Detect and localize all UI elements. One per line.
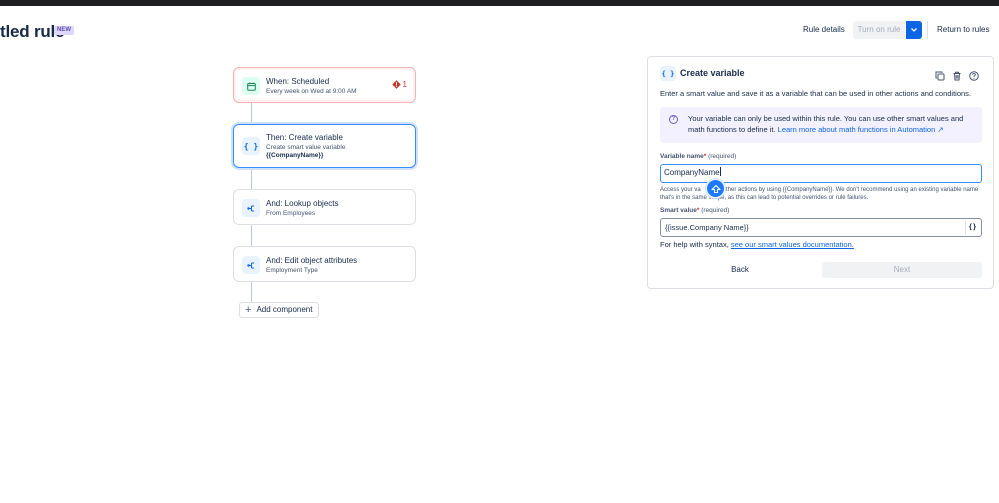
turn-on-rule-button[interactable]: Turn on rule [853, 21, 905, 39]
question-circle-icon: ? [669, 115, 678, 124]
info-message: ? Your variable can only be used within … [660, 107, 982, 143]
return-to-rules-button[interactable]: Return to rules [931, 21, 995, 39]
flow-connector [251, 224, 252, 246]
add-component-button[interactable]: + Add component [239, 302, 320, 318]
branch-icon [242, 199, 260, 217]
back-button[interactable]: Back [660, 262, 820, 278]
card-title: And: Lookup objects [266, 199, 339, 208]
info-text: Your variable can only be used within th… [688, 114, 964, 134]
panel-actions [935, 68, 979, 81]
plus-icon: + [245, 304, 252, 316]
syntax-help: For help with syntax, see our smart valu… [660, 240, 854, 249]
add-component-label: Add component [256, 305, 313, 314]
new-badge: NEW [54, 26, 74, 35]
error-indicator[interactable]: 1 [391, 80, 407, 89]
create-variable-panel: { } Create variable Enter a smart value … [647, 56, 994, 289]
card-title: And: Edit object attributes [266, 256, 358, 265]
flow-connector [251, 168, 252, 189]
flow-connector [251, 281, 252, 302]
card-subtitle: Create smart value variable [266, 144, 346, 151]
error-count: 1 [402, 80, 407, 89]
card-subtitle: From Employees [266, 210, 316, 217]
top-bar [0, 0, 999, 6]
variable-name-input[interactable]: CompanyName [660, 164, 982, 183]
trigger-card-scheduled[interactable]: When: Scheduled Every week on Wed at 9:0… [233, 67, 416, 103]
chevron-down-icon [911, 28, 917, 32]
flow-connector [251, 102, 252, 124]
smart-values-docs-link[interactable]: see our smart values documentation. [731, 240, 854, 249]
smart-value-input[interactable]: {{issue.Company Name}} {} [660, 218, 982, 237]
arrow-up-icon [710, 184, 721, 193]
header-divider [927, 21, 928, 39]
braces-icon: { } [660, 66, 676, 81]
action-card-lookup-objects[interactable]: And: Lookup objects From Employees [233, 189, 416, 225]
variable-name-label: Variable name* (required) [660, 153, 737, 160]
help-icon[interactable] [969, 68, 979, 81]
braces-icon: { } [242, 137, 260, 155]
drag-handle[interactable] [706, 179, 725, 198]
card-subtitle: Every week on Wed at 9:00 AM [266, 88, 357, 95]
card-title: When: Scheduled [266, 77, 330, 86]
card-subtitle: Employment Type [266, 267, 318, 274]
text-cursor [719, 167, 721, 177]
insert-smart-value-button[interactable]: {} [965, 221, 979, 234]
branch-icon [242, 256, 260, 274]
trash-icon[interactable] [952, 68, 962, 81]
rule-details-button[interactable]: Rule details [797, 21, 851, 39]
duplicate-icon[interactable] [935, 68, 945, 81]
smart-value-label: Smart value* (required) [660, 207, 730, 214]
action-card-create-variable[interactable]: { } Then: Create variable Create smart v… [233, 124, 416, 168]
panel-title: Create variable [680, 68, 745, 78]
card-value: {{CompanyName}} [266, 152, 324, 159]
next-button[interactable]: Next [822, 262, 982, 278]
panel-description: Enter a smart value and save it as a var… [660, 89, 972, 98]
card-title: Then: Create variable [266, 133, 343, 142]
calendar-icon [242, 77, 260, 95]
math-functions-link[interactable]: Learn more about math functions in Autom… [778, 125, 944, 134]
turn-on-dropdown-button[interactable] [906, 21, 922, 39]
action-card-edit-object-attributes[interactable]: And: Edit object attributes Employment T… [233, 246, 416, 282]
warning-diamond-icon [391, 80, 401, 89]
